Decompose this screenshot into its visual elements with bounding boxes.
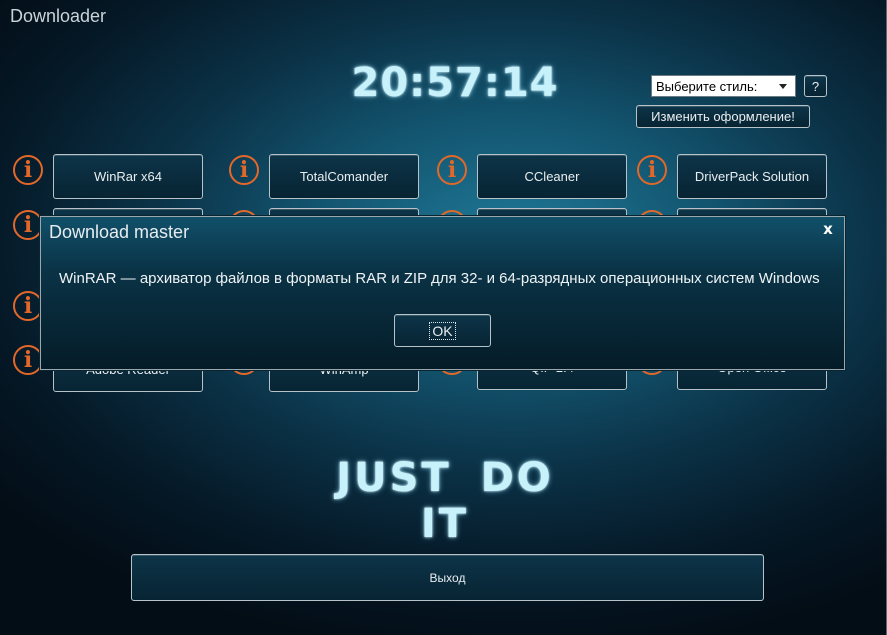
downloader-window: Downloader 20:57:14 Выберите стиль: ? Из…: [0, 0, 887, 635]
dialog-title: Download master: [49, 222, 190, 242]
window-title: Downloader: [10, 6, 107, 26]
help-button[interactable]: ?: [804, 75, 827, 97]
info-icon[interactable]: i: [13, 210, 43, 240]
exit-button[interactable]: Выход: [131, 554, 764, 601]
chevron-down-icon[interactable]: [779, 84, 787, 89]
style-select-value: Выберите стиль:: [656, 79, 758, 94]
info-icon[interactable]: i: [13, 291, 43, 321]
download-master-dialog: Download master x WinRAR — архиватор фай…: [40, 216, 845, 370]
dialog-message: WinRAR — архиватор файлов в форматы RAR …: [59, 270, 820, 287]
ok-button-label: OK: [429, 321, 456, 340]
change-theme-button[interactable]: Изменить оформление!: [636, 105, 810, 128]
style-select[interactable]: Выберите стиль:: [651, 75, 796, 97]
clock-display: 20:57:14: [351, 60, 559, 106]
close-icon[interactable]: x: [820, 221, 836, 237]
info-icon[interactable]: i: [13, 155, 43, 185]
app-button-winrar[interactable]: WinRar x64: [53, 154, 203, 199]
ok-button[interactable]: OK: [394, 314, 491, 347]
app-button-ccleaner[interactable]: CCleaner: [477, 154, 627, 199]
info-icon[interactable]: i: [437, 155, 467, 185]
app-button-totalcommander[interactable]: TotalComander: [269, 154, 419, 199]
info-icon[interactable]: i: [229, 155, 259, 185]
slogan-text: JUST DO IT: [336, 455, 554, 547]
app-button-driverpack[interactable]: DriverPack Solution: [677, 154, 827, 199]
info-icon[interactable]: i: [13, 345, 43, 375]
info-icon[interactable]: i: [637, 155, 667, 185]
